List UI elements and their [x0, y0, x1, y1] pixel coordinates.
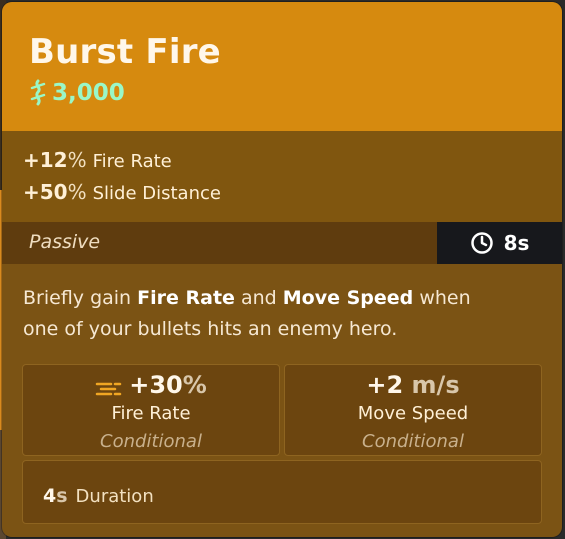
effect-value: +2 m/s [366, 371, 460, 399]
effect-condition: Conditional [100, 431, 202, 452]
item-title: Burst Fire [29, 32, 221, 72]
effect-box-fire-rate: +30% Fire Rate Conditional [22, 364, 280, 456]
stat-value: +50% [23, 180, 87, 204]
duration-box: 4s Duration [22, 460, 542, 524]
item-price: 3,000 [29, 79, 125, 107]
effect-value: +30% [23, 371, 279, 399]
passive-label: Passive [29, 231, 101, 253]
stat-slide-distance: +50% Slide Distance [23, 180, 221, 204]
cooldown-value: 8s [503, 231, 530, 255]
effect-label: Move Speed [357, 403, 469, 424]
duration-row: 4s Duration [43, 485, 154, 507]
fire-rate-icon [95, 376, 123, 396]
stat-value: +12% [23, 148, 87, 172]
effect-condition: Conditional [362, 431, 464, 452]
item-header: Burst Fire 3,000 [2, 2, 562, 131]
effect-box-move-speed: +2 m/s Move Speed Conditional [284, 364, 542, 456]
item-description: Briefly gain Fire Rate and Move Speed wh… [23, 283, 523, 345]
cooldown-badge: 8s [437, 222, 562, 264]
stat-label: Fire Rate [92, 151, 172, 172]
effect-label: Fire Rate [111, 403, 191, 424]
description-line-1: Briefly gain Fire Rate and Move Speed wh… [23, 287, 471, 309]
passive-bar: Passive 8s [2, 222, 562, 264]
item-tooltip-card: Burst Fire 3,000 +12% Fire Rate +50% Sli… [2, 2, 562, 537]
duration-label: Duration [75, 486, 154, 507]
soul-currency-icon [29, 79, 47, 107]
description-line-2: one of your bullets hits an enemy hero. [23, 318, 398, 340]
price-value: 3,000 [52, 80, 125, 106]
stat-label: Slide Distance [92, 183, 221, 204]
cooldown-clock-icon [470, 231, 494, 255]
stat-fire-rate: +12% Fire Rate [23, 148, 172, 172]
duration-value: 4s [43, 485, 68, 507]
item-stats: +12% Fire Rate +50% Slide Distance [2, 131, 562, 222]
